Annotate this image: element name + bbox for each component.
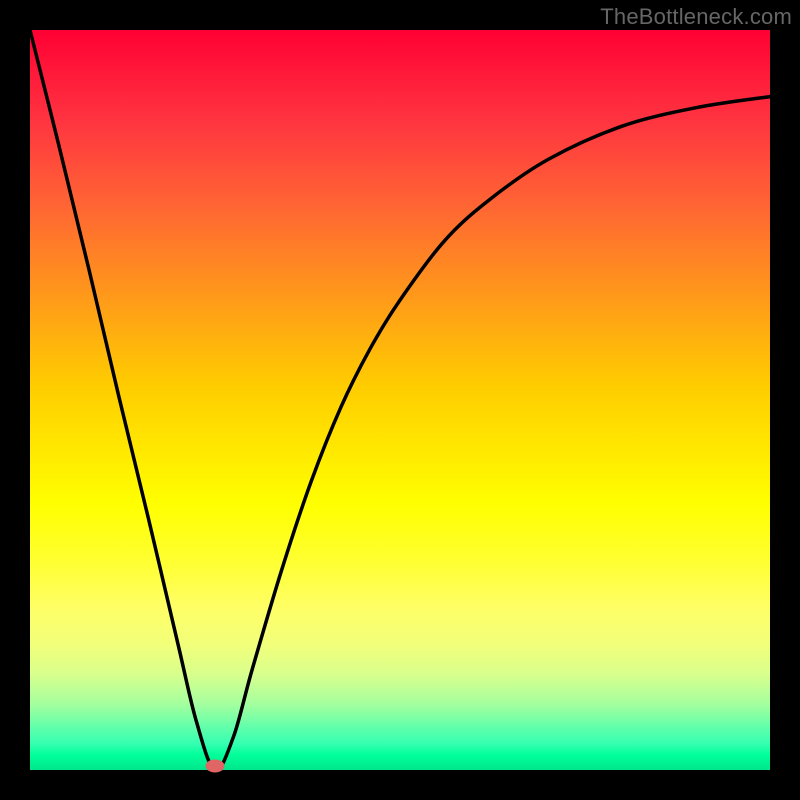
watermark-text: TheBottleneck.com: [600, 4, 792, 30]
chart-frame: TheBottleneck.com: [0, 0, 800, 800]
min-marker: [206, 760, 224, 772]
plot-area: [30, 30, 770, 770]
bottleneck-curve: [30, 30, 770, 770]
curve-layer: [30, 30, 770, 770]
